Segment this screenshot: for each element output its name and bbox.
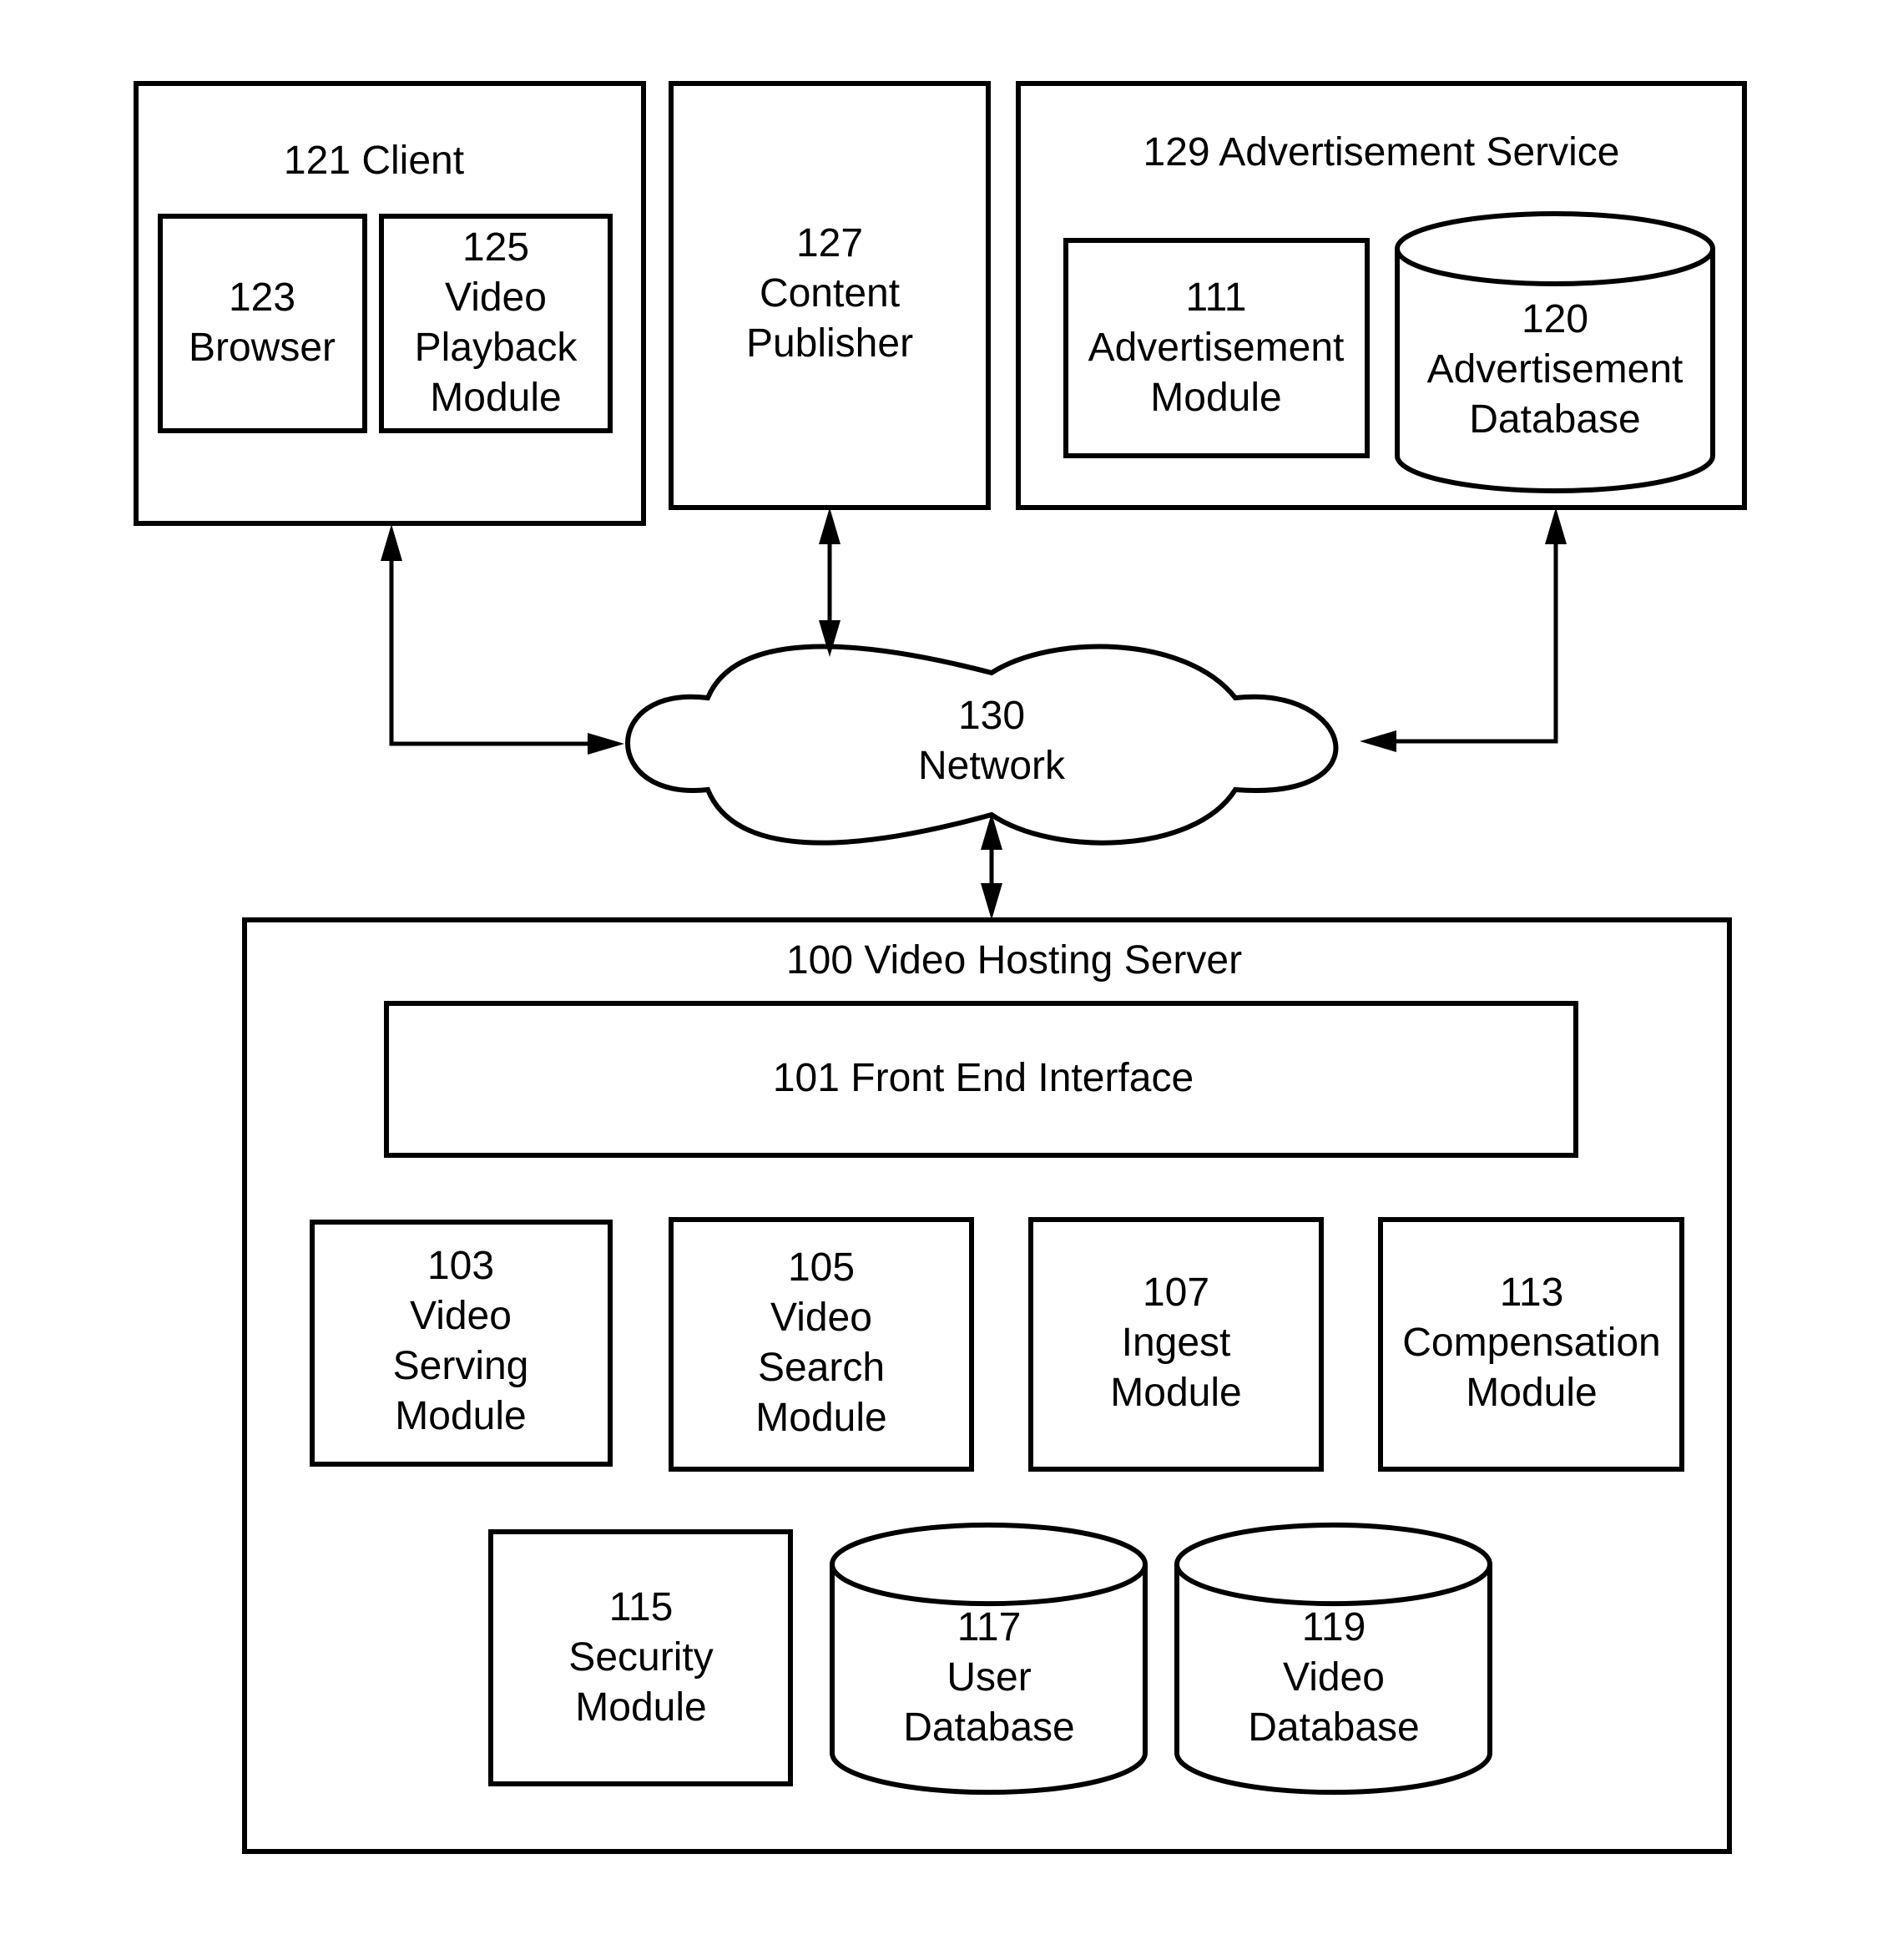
network-server-connector	[981, 813, 1002, 920]
user-db-label-line: 117	[957, 1605, 1022, 1649]
user-db-label-line: Database	[903, 1705, 1074, 1750]
browser-box: 123 Browser	[158, 214, 367, 433]
advertisement-module-box: 111 Advertisement Module	[1063, 238, 1370, 458]
ingest-label-line: Ingest	[1122, 1321, 1231, 1365]
video-search-label-line: 105	[788, 1245, 855, 1290]
video-serving-module-box: 103 Video Serving Module	[310, 1220, 613, 1467]
arrowhead-icon	[819, 508, 841, 544]
security-label-line: Module	[575, 1685, 706, 1730]
video-search-label-line: Video	[770, 1296, 872, 1340]
user-database-cylinder: 117 User Database	[830, 1522, 1148, 1796]
video-search-label-line: Module	[755, 1396, 886, 1440]
publisher-label-line: 127	[796, 221, 863, 265]
ingest-label-line: Module	[1110, 1371, 1241, 1415]
security-label-line: 115	[609, 1585, 674, 1629]
playback-label-line: Playback	[415, 326, 578, 370]
ad-db-label-line: Advertisement	[1427, 347, 1684, 391]
publisher-label-line: Publisher	[746, 321, 913, 366]
ad-db-label-line: Database	[1469, 397, 1640, 442]
video-search-label-line: Search	[758, 1346, 885, 1390]
video-serving-label-line: Serving	[393, 1344, 529, 1388]
publisher-network-connector	[819, 508, 841, 657]
security-module-box: 115 Security Module	[488, 1529, 793, 1786]
video-database-cylinder: 119 Video Database	[1174, 1522, 1492, 1796]
ad-module-label-line: 111	[1186, 275, 1247, 320]
architecture-diagram: 121 Client 123 Browser 125 Video Playbac…	[134, 81, 1747, 1854]
publisher-label-line: Content	[760, 271, 900, 316]
video-db-label-line: Video	[1283, 1655, 1385, 1700]
compensation-label-line: Compensation	[1402, 1321, 1661, 1365]
video-serving-label-line: Video	[410, 1294, 512, 1338]
security-label-line: Security	[568, 1635, 713, 1680]
client-title: 121 Client	[284, 139, 464, 183]
ad-db-label-line: 120	[1522, 297, 1588, 341]
arrowhead-icon	[1360, 730, 1396, 752]
ad-module-label-line: Module	[1150, 376, 1281, 420]
arrowhead-icon	[1545, 508, 1567, 544]
video-db-label-line: Database	[1248, 1705, 1419, 1750]
server-title: 100 Video Hosting Server	[786, 938, 1242, 983]
compensation-label-line: 113	[1500, 1270, 1564, 1315]
playback-label-line: 125	[462, 225, 529, 270]
video-db-label-line: 119	[1302, 1605, 1366, 1649]
playback-label-line: Module	[430, 376, 561, 420]
client-network-connector	[381, 524, 624, 755]
ad-module-label-line: Advertisement	[1088, 326, 1345, 370]
video-serving-label-line: Module	[395, 1394, 526, 1438]
front-end-interface-box: 101 Front End Interface	[384, 1001, 1578, 1158]
playback-label-line: Video	[445, 275, 547, 320]
front-end-label: 101 Front End Interface	[773, 1056, 1194, 1100]
ad-service-network-connector	[1360, 508, 1567, 752]
network-label-line: 130	[958, 694, 1025, 738]
arrowhead-icon	[981, 883, 1002, 920]
ingest-label-line: 107	[1143, 1270, 1209, 1315]
browser-label-line: 123	[229, 275, 295, 320]
arrowhead-icon	[588, 733, 624, 755]
compensation-module-box: 113 Compensation Module	[1378, 1217, 1684, 1472]
video-search-module-box: 105 Video Search Module	[669, 1217, 974, 1472]
arrowhead-icon	[381, 524, 402, 561]
ad-service-title: 129 Advertisement Service	[1143, 130, 1620, 174]
network-label-line: Network	[918, 744, 1066, 788]
video-playback-module-box: 125 Video Playback Module	[379, 214, 613, 433]
network-cloud: 130 Network	[625, 644, 1339, 846]
user-db-label-line: User	[947, 1655, 1031, 1700]
ingest-module-box: 107 Ingest Module	[1028, 1217, 1324, 1472]
content-publisher-box: 127 Content Publisher	[669, 81, 991, 510]
browser-label-line: Browser	[189, 326, 336, 370]
advertisement-database-cylinder: 120 Advertisement Database	[1395, 211, 1715, 493]
compensation-label-line: Module	[1466, 1371, 1597, 1415]
video-serving-label-line: 103	[427, 1244, 494, 1288]
